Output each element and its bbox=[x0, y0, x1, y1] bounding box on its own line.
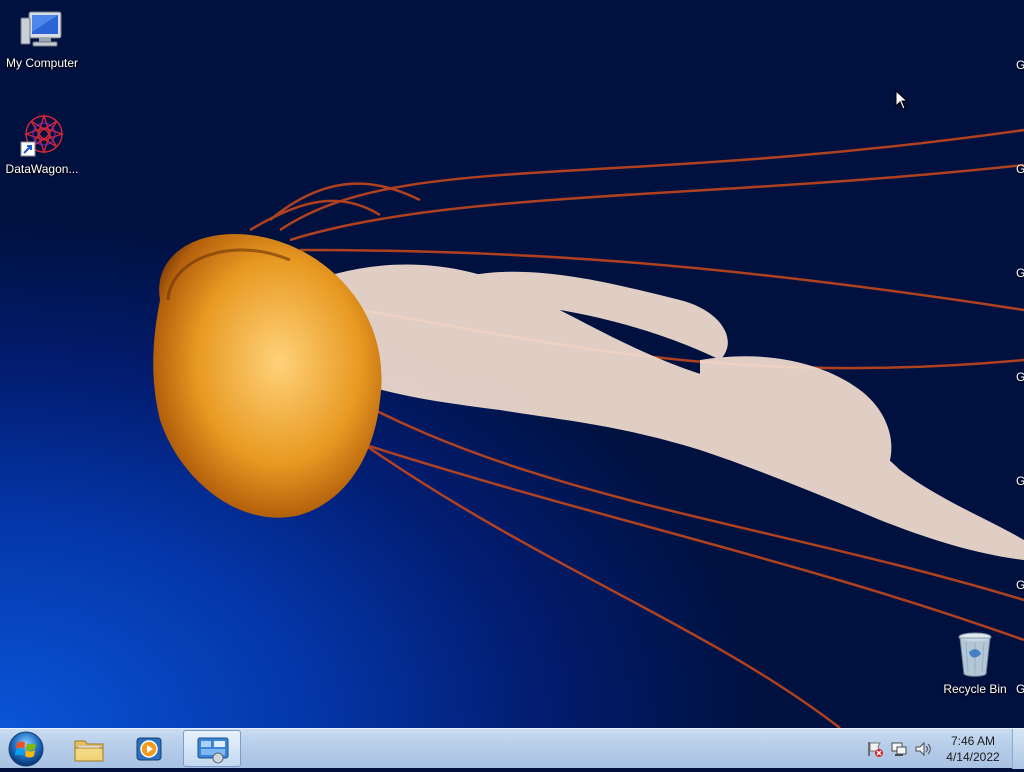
taskbar-control-panel-button[interactable] bbox=[183, 730, 241, 767]
recycle-bin-label: Recycle Bin bbox=[943, 682, 1007, 696]
edge-label: G bbox=[1016, 58, 1024, 72]
datawagon-desktop-icon[interactable]: DataWagon... bbox=[0, 112, 84, 176]
taskbar-media-player-button[interactable] bbox=[120, 730, 178, 767]
clock-date: 4/14/2022 bbox=[946, 750, 1000, 764]
recycle-bin-desktop-icon[interactable]: Recycle Bin bbox=[933, 630, 1017, 696]
recycle-bin-icon bbox=[958, 632, 992, 677]
system-tray bbox=[862, 729, 932, 769]
mouse-cursor-icon bbox=[895, 90, 909, 110]
action-center-flag-icon[interactable] bbox=[866, 740, 884, 758]
edge-label: G bbox=[1016, 474, 1024, 488]
control-panel-icon bbox=[197, 737, 229, 764]
volume-icon[interactable] bbox=[914, 740, 932, 758]
computer-icon bbox=[20, 11, 62, 47]
taskbar-file-explorer-button[interactable] bbox=[60, 730, 118, 767]
show-desktop-button[interactable] bbox=[1012, 729, 1024, 769]
network-icon[interactable] bbox=[890, 740, 908, 758]
taskbar-clock[interactable]: 7:46 AM 4/14/2022 bbox=[938, 733, 1008, 765]
edge-label: G bbox=[1016, 578, 1024, 592]
datawagon-shortcut-icon bbox=[20, 113, 65, 157]
desktop[interactable]: My Computer DataWagon... Recycle Bin G G… bbox=[0, 0, 1024, 728]
start-button[interactable] bbox=[6, 731, 46, 767]
edge-label: G bbox=[1016, 682, 1024, 696]
media-player-icon bbox=[136, 737, 162, 761]
taskbar: 7:46 AM 4/14/2022 bbox=[0, 728, 1024, 769]
my-computer-desktop-icon[interactable]: My Computer bbox=[0, 8, 84, 70]
edge-label: G bbox=[1016, 370, 1024, 384]
folder-icon bbox=[74, 740, 104, 762]
edge-label: G bbox=[1016, 162, 1024, 176]
edge-label: G bbox=[1016, 266, 1024, 280]
clock-time: 7:46 AM bbox=[950, 734, 996, 748]
datawagon-label: DataWagon... bbox=[5, 162, 79, 176]
my-computer-label: My Computer bbox=[5, 56, 79, 70]
windows-start-orb-icon bbox=[8, 731, 44, 767]
offscreen-icon-labels: G G G G G G G bbox=[1014, 0, 1024, 728]
jellyfish-wallpaper bbox=[153, 128, 1024, 728]
